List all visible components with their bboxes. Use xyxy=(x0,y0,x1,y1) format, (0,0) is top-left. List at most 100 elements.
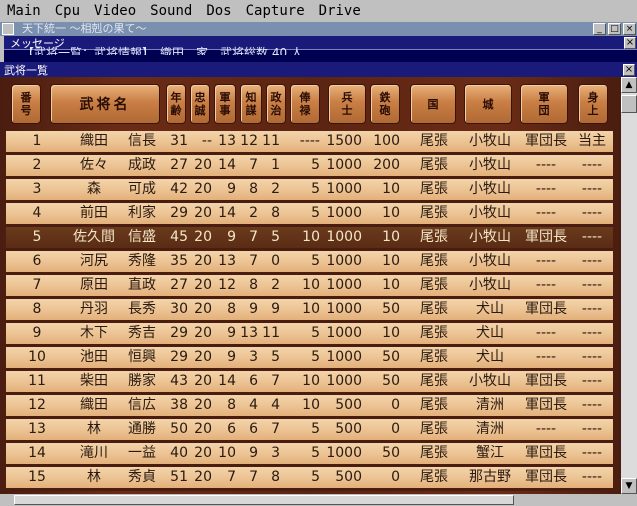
cell-sur: 丹羽 xyxy=(80,301,108,317)
table-row[interactable]: 3 森 可成 42 20 9 8 2 5 1000 10 尾張 小牧山 ---- ---- xyxy=(6,179,613,203)
header-province-button[interactable]: 国 xyxy=(410,84,456,124)
cell-status: ---- xyxy=(581,181,603,197)
menu-dos[interactable]: Dos xyxy=(199,0,238,22)
table-row[interactable]: 9 木下 秀吉 29 20 9 13 11 5 1000 10 尾張 犬山 ---- ---- xyxy=(6,323,613,347)
cell-gun: 10 xyxy=(382,253,400,269)
table-row[interactable]: 5 佐久間 信盛 45 20 9 7 5 10 1000 10 尾張 小牧山 軍団長 ---- xyxy=(6,227,613,251)
cell-mil: 13 xyxy=(218,253,236,269)
header-name-button[interactable]: 武将名 xyxy=(50,84,160,124)
scroll-down-icon[interactable]: ▼ xyxy=(621,478,637,494)
cell-sal: 10 xyxy=(302,277,320,293)
cell-sol: 500 xyxy=(335,469,362,485)
header-politics-char: 政 xyxy=(270,91,282,104)
header-soldiers-char: 兵 xyxy=(341,91,353,104)
cell-loy: 20 xyxy=(194,445,212,461)
cell-sol: 1000 xyxy=(326,157,362,173)
header-guns-button[interactable]: 鉄砲 xyxy=(370,84,400,124)
table-row[interactable]: 13 林通勝 50 20 6 6 7 5 500 0 尾張 清洲 ---- ---- xyxy=(6,419,613,443)
header-status-char: 身 xyxy=(587,91,599,104)
header-soldiers-button[interactable]: 兵士 xyxy=(328,84,366,124)
horizontal-scrollbar[interactable] xyxy=(0,494,637,506)
system-menu-icon[interactable] xyxy=(2,23,14,35)
cell-sal: 5 xyxy=(311,469,320,485)
minimize-icon[interactable]: _ xyxy=(593,23,606,35)
header-castle-button[interactable]: 城 xyxy=(464,84,512,124)
cell-prov: 尾張 xyxy=(420,229,448,245)
menu-video[interactable]: Video xyxy=(87,0,143,22)
table-row[interactable]: 10 池田 恒興 29 20 9 3 5 5 1000 50 尾張 犬山 ---- ---- xyxy=(6,347,613,371)
cell-castle: 小牧山 xyxy=(469,253,511,269)
emulator-menubar: Main Cpu Video Sound Dos Capture Drive xyxy=(0,0,637,22)
cell-age: 31 xyxy=(170,133,188,149)
cell-int: 2 xyxy=(249,205,258,221)
cell-pol: 3 xyxy=(271,445,280,461)
vertical-scrollbar[interactable]: ▲ ▼ xyxy=(621,77,637,494)
cell-int: 13 xyxy=(240,325,258,341)
cell-no: 11 xyxy=(28,373,46,389)
cell-gun: 10 xyxy=(382,181,400,197)
horizontal-scroll-thumb[interactable] xyxy=(14,495,514,505)
cell-prov: 尾張 xyxy=(420,469,448,485)
cell-mil: 13 xyxy=(218,133,236,149)
cell-mil: 14 xyxy=(218,205,236,221)
header-corps-button[interactable]: 軍団 xyxy=(520,84,568,124)
cell-sol: 1000 xyxy=(326,373,362,389)
cell-age: 51 xyxy=(170,469,188,485)
header-politics-button[interactable]: 政治 xyxy=(266,84,286,124)
cell-int: 7 xyxy=(249,253,258,269)
menu-cpu[interactable]: Cpu xyxy=(48,0,87,22)
scroll-up-icon[interactable]: ▲ xyxy=(621,77,637,93)
header-age-button[interactable]: 年齢 xyxy=(166,84,186,124)
cell-given: 信長 xyxy=(128,133,156,149)
cell-status: ---- xyxy=(581,373,603,389)
cell-pol: 1 xyxy=(271,157,280,173)
table-row[interactable]: 1 織田 信長 31 -- 13 12 11 ---- 1500 100 尾張 小牧山 軍団長 当主 xyxy=(6,131,613,155)
cell-status: ---- xyxy=(581,445,603,461)
table-row[interactable]: 11 柴田 勝家 43 20 14 6 7 10 1000 50 尾張 小牧山 軍団長 ---- xyxy=(6,371,613,395)
scroll-thumb[interactable] xyxy=(621,95,637,113)
header-soldiers-char: 士 xyxy=(341,104,353,117)
header-status-button[interactable]: 身上 xyxy=(578,84,608,124)
officer-list-window: 武将一覧 × 番号 武将名 年齢 忠誠 軍事 知謀 政治 俸禄 兵士 鉄砲 国 … xyxy=(0,62,637,506)
table-row[interactable]: 4 前田 利家 29 20 14 2 8 5 1000 10 尾張 小牧山 ---- ---- xyxy=(6,203,613,227)
header-number-button[interactable]: 番号 xyxy=(11,84,41,124)
cell-gun: 0 xyxy=(391,397,400,413)
header-intellect-button[interactable]: 知謀 xyxy=(240,84,262,124)
cell-age: 27 xyxy=(170,277,188,293)
officer-list-close-icon[interactable]: × xyxy=(623,64,635,76)
header-guns-char: 砲 xyxy=(379,104,391,117)
cell-gun: 10 xyxy=(382,205,400,221)
table-row[interactable]: 15 林秀貞 51 20 7 7 8 5 500 0 尾張 那古野 軍団長 ---- xyxy=(6,467,613,491)
cell-loy: 20 xyxy=(194,181,212,197)
table-row[interactable]: 8 丹羽 長秀 30 20 8 9 9 10 1000 50 尾張 犬山 軍団長 ---- xyxy=(6,299,613,323)
cell-corps: ---- xyxy=(535,205,557,221)
cell-loy: 20 xyxy=(194,469,212,485)
cell-prov: 尾張 xyxy=(420,421,448,437)
table-row[interactable]: 14 滝川 一益 40 20 10 9 3 5 1000 50 尾張 蟹江 軍団長 ---- xyxy=(6,443,613,467)
close-icon[interactable]: × xyxy=(623,23,636,35)
cell-age: 40 xyxy=(170,445,188,461)
message-close-icon[interactable]: × xyxy=(624,37,636,49)
cell-castle: 小牧山 xyxy=(469,229,511,245)
cell-gun: 200 xyxy=(373,157,400,173)
cell-status: ---- xyxy=(581,325,603,341)
maximize-icon[interactable]: □ xyxy=(608,23,621,35)
officer-list-titlebar: 武将一覧 × xyxy=(0,62,637,77)
header-num-char: 号 xyxy=(20,104,32,117)
header-military-button[interactable]: 軍事 xyxy=(214,84,236,124)
menu-main[interactable]: Main xyxy=(0,0,48,22)
table-row[interactable]: 12 織田 信広 38 20 8 4 4 10 500 0 尾張 清洲 軍団長 ---- xyxy=(6,395,613,419)
header-salary-button[interactable]: 俸禄 xyxy=(290,84,320,124)
cell-given: 恒興 xyxy=(128,349,156,365)
cell-int: 9 xyxy=(249,301,258,317)
header-loyalty-button[interactable]: 忠誠 xyxy=(190,84,210,124)
cell-loy: -- xyxy=(201,133,212,149)
menu-sound[interactable]: Sound xyxy=(143,0,199,22)
table-row[interactable]: 2 佐々 成政 27 20 14 7 1 5 1000 200 尾張 小牧山 ---- ---- xyxy=(6,155,613,179)
header-corps-char: 軍 xyxy=(538,91,550,104)
header-age-char: 齢 xyxy=(170,104,182,117)
table-row[interactable]: 6 河尻 秀隆 35 20 13 7 0 5 1000 10 尾張 小牧山 ---- ---- xyxy=(6,251,613,275)
menu-drive[interactable]: Drive xyxy=(312,0,368,22)
table-row[interactable]: 7 原田 直政 27 20 12 8 2 10 1000 10 尾張 小牧山 ---- ---- xyxy=(6,275,613,299)
menu-capture[interactable]: Capture xyxy=(239,0,312,22)
